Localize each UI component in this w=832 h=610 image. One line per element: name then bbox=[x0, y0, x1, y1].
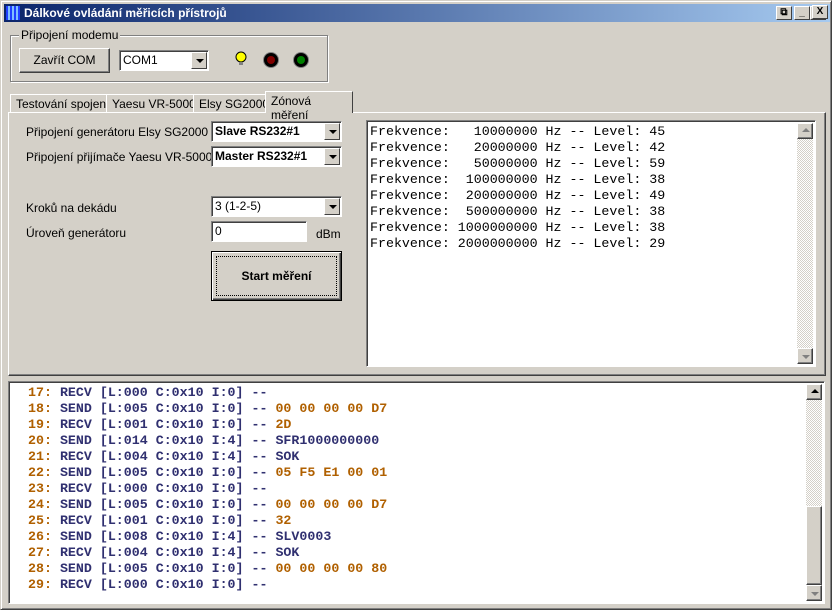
title-bar[interactable]: Dálkové ovládání měřicích přístrojů ⧉ _ … bbox=[4, 4, 830, 22]
receiver-connection-label: Připojení přijímače Yaesu VR-5000 bbox=[26, 150, 213, 164]
restore-button[interactable]: ⧉ bbox=[776, 6, 792, 20]
results-scrollbar[interactable] bbox=[797, 123, 813, 364]
result-line: Frekvence: 1000000000 Hz -- Level: 38 bbox=[370, 220, 666, 235]
results-memo[interactable]: Frekvence: 10000000 Hz -- Level: 45 Frekv… bbox=[366, 120, 816, 367]
close-button[interactable]: X bbox=[812, 5, 828, 19]
chevron-down-icon[interactable] bbox=[324, 123, 340, 140]
log-line: 25: RECV [L:001 C:0x10 I:0] -- 32 bbox=[28, 513, 292, 528]
window-title: Dálkové ovládání měřicích přístrojů bbox=[24, 6, 227, 20]
start-measurement-button[interactable]: Start měření bbox=[211, 251, 342, 301]
result-line: Frekvence: 100000000 Hz -- Level: 38 bbox=[370, 172, 666, 187]
red-led-indicator bbox=[264, 53, 278, 67]
result-line: Frekvence: 10000000 Hz -- Level: 45 bbox=[370, 124, 666, 139]
log-line: 24: SEND [L:005 C:0x10 I:0] -- 00 00 00 … bbox=[28, 497, 388, 512]
result-line: Frekvence: 200000000 Hz -- Level: 49 bbox=[370, 188, 666, 203]
log-line: 20: SEND [L:014 C:0x10 I:4] -- SFR100000… bbox=[28, 433, 380, 448]
steps-per-decade-select[interactable]: 3 (1-2-5) bbox=[211, 196, 342, 217]
scroll-up-arrow-icon[interactable] bbox=[797, 123, 813, 139]
lightbulb-icon bbox=[235, 51, 247, 65]
log-line: 23: RECV [L:000 C:0x10 I:0] -- bbox=[28, 481, 268, 496]
log-line: 26: SEND [L:008 C:0x10 I:4] -- SLV0003 bbox=[28, 529, 332, 544]
log-line: 19: RECV [L:001 C:0x10 I:0] -- 2D bbox=[28, 417, 292, 432]
log-line: 28: SEND [L:005 C:0x10 I:0] -- 00 00 00 … bbox=[28, 561, 388, 576]
generator-level-input[interactable]: 0 bbox=[211, 221, 307, 242]
result-line: Frekvence: 20000000 Hz -- Level: 42 bbox=[370, 140, 666, 155]
result-line: Frekvence: 500000000 Hz -- Level: 38 bbox=[370, 204, 666, 219]
log-line: 22: SEND [L:005 C:0x10 I:0] -- 05 F5 E1 … bbox=[28, 465, 388, 480]
receiver-connection-select[interactable]: Master RS232#1 bbox=[211, 146, 342, 167]
scroll-down-arrow-icon[interactable] bbox=[806, 585, 822, 601]
generator-level-label: Úroveň generátoru bbox=[26, 226, 127, 240]
log-scrollbar[interactable] bbox=[806, 384, 822, 601]
log-line: 21: RECV [L:004 C:0x10 I:4] -- SOK bbox=[28, 449, 300, 464]
scroll-up-arrow-icon[interactable] bbox=[806, 384, 822, 400]
green-led-indicator bbox=[294, 53, 308, 67]
log-line: 17: RECV [L:000 C:0x10 I:0] -- bbox=[28, 385, 268, 400]
log-scrollbar-thumb[interactable] bbox=[806, 506, 822, 585]
minimize-button[interactable]: _ bbox=[794, 6, 810, 20]
log-line: 29: RECV [L:000 C:0x10 I:0] -- bbox=[28, 577, 268, 592]
log-line: 18: SEND [L:005 C:0x10 I:0] -- 00 00 00 … bbox=[28, 401, 388, 416]
modem-group-label: Připojení modemu bbox=[19, 28, 121, 42]
com-port-select[interactable]: COM1 bbox=[119, 50, 209, 71]
generator-connection-label: Připojení generátoru Elsy SG2000 bbox=[26, 125, 209, 139]
steps-per-decade-label: Kroků na dekádu bbox=[26, 201, 117, 215]
tab-yaesu-vr5000[interactable]: Yaesu VR-5000 bbox=[106, 94, 202, 113]
log-line: 27: RECV [L:004 C:0x10 I:4] -- SOK bbox=[28, 545, 300, 560]
result-line: Frekvence: 2000000000 Hz -- Level: 29 bbox=[370, 236, 666, 251]
tab-testovani-spojeni[interactable]: Testování spojení bbox=[10, 94, 116, 113]
chevron-down-icon[interactable] bbox=[324, 198, 340, 215]
tab-zonova-mereni[interactable]: Zónová měření bbox=[265, 91, 353, 122]
scroll-down-arrow-icon[interactable] bbox=[797, 348, 813, 364]
chevron-down-icon[interactable] bbox=[324, 148, 340, 165]
chevron-down-icon[interactable] bbox=[191, 52, 207, 69]
result-line: Frekvence: 50000000 Hz -- Level: 59 bbox=[370, 156, 666, 171]
communication-log[interactable]: 17: RECV [L:000 C:0x10 I:0] -- 18: SEND [… bbox=[8, 381, 825, 604]
app-icon[interactable] bbox=[6, 6, 20, 20]
generator-connection-select[interactable]: Slave RS232#1 bbox=[211, 121, 342, 142]
dbm-unit-label: dBm bbox=[316, 227, 341, 241]
tab-elsy-sg2000[interactable]: Elsy SG2000 bbox=[193, 94, 276, 113]
close-com-button[interactable]: Zavřít COM bbox=[19, 48, 110, 73]
